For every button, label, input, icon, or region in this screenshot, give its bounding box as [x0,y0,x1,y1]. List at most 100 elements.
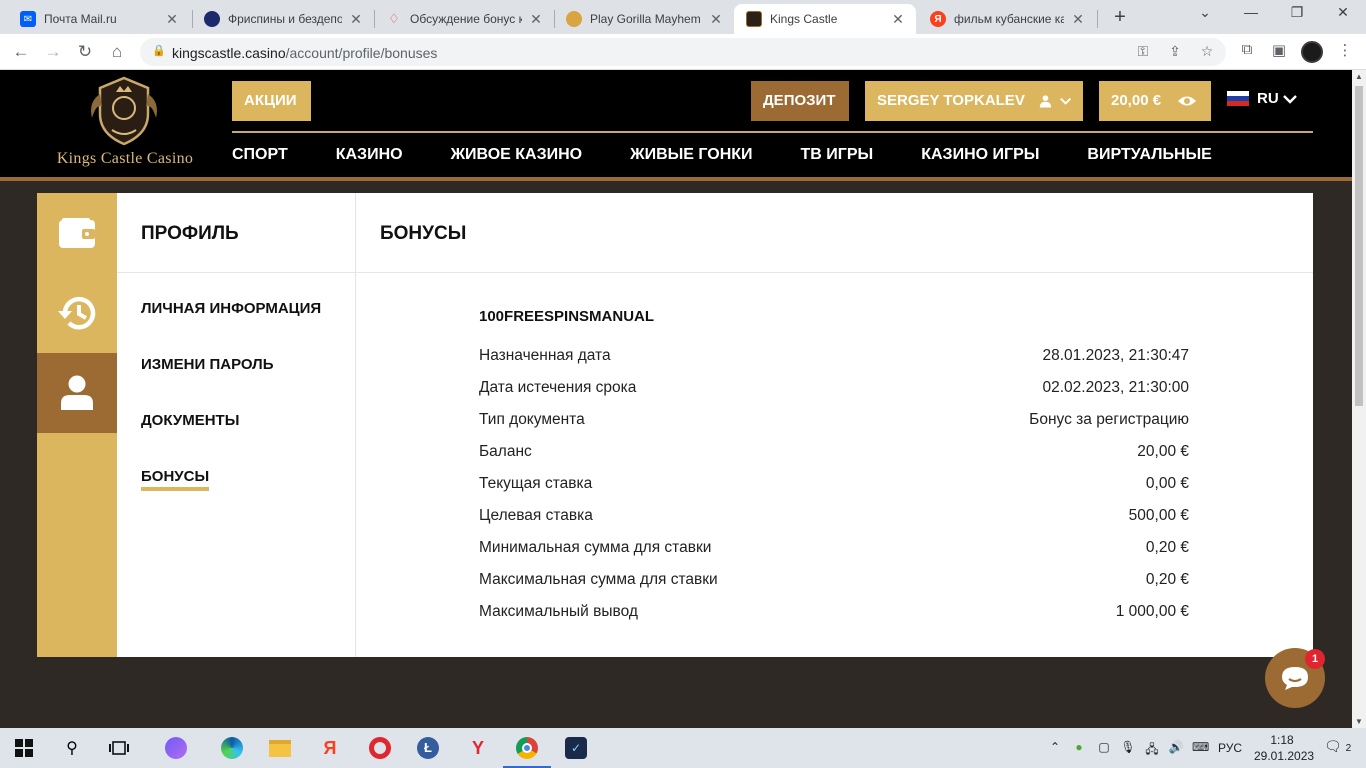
freespins-favicon-icon [204,11,220,27]
bonus-detail-row: Целевая ставка 500,00 € [479,500,1189,532]
keyboard-language[interactable]: РУС [1218,741,1242,755]
account-content: ПРОФИЛЬ ЛИЧНАЯ ИНФОРМАЦИЯ ИЗМЕНИ ПАРОЛЬ … [37,193,1313,657]
nav-item-live-racing[interactable]: ЖИВЫЕ ГОНКИ [630,146,752,164]
bonus-detail-label: Максимальная сумма для ставки [479,571,718,588]
input-mode-icon[interactable]: ⌨ [1192,740,1209,754]
network-icon[interactable]: 🖧 [1144,740,1160,761]
home-icon[interactable]: ⌂ [105,40,129,64]
bonus-detail-label: Текущая ставка [479,475,593,492]
user-account-button[interactable]: SERGEY TOPKALEV [865,81,1083,121]
browser-tab-kings-castle[interactable]: Kings Castle ✕ [734,4,916,34]
tray-app-icon[interactable]: ● [1071,740,1087,754]
windows-start-icon[interactable] [12,736,36,760]
back-arrow-icon[interactable]: ← [9,40,33,64]
bonuses-panel: БОНУСЫ 100FREESPINSMANUAL Назначенная да… [356,193,1313,657]
eye-icon[interactable] [1177,94,1197,108]
edge-browser-icon[interactable] [220,736,244,760]
balance-button[interactable]: 20,00 € [1099,81,1211,121]
bonus-detail-label: Баланс [479,443,532,460]
bookmark-star-icon[interactable]: ☆ [1198,43,1216,60]
yandex-browser-icon[interactable]: Y [466,736,490,760]
notification-center-button[interactable]: 🗨 2 [1324,738,1351,755]
nav-item-virtual[interactable]: ВИРТУАЛЬНЫЕ [1087,146,1211,164]
vpn-shield-icon[interactable]: ✓ [564,736,588,760]
menu-item-bonuses[interactable]: БОНУСЫ [141,468,210,491]
notification-icon: 🗨 [1324,738,1342,754]
nav-item-tv-games[interactable]: ТВ ИГРЫ [801,146,874,164]
nav-item-casino[interactable]: КАЗИНО [336,146,403,164]
close-tab-icon[interactable]: ✕ [1070,11,1086,28]
nav-item-casino-games[interactable]: КАЗИНО ИГРЫ [921,146,1039,164]
menu-item-documents[interactable]: ДОКУМЕНТЫ [141,412,239,429]
nav-item-sport[interactable]: СПОРТ [232,146,288,164]
microphone-icon[interactable]: 🎙 [1120,740,1136,754]
share-icon[interactable]: ⇪ [1166,43,1184,60]
profile-tab[interactable] [37,353,117,433]
bonus-detail-value: 02.02.2023, 21:30:00 [1042,379,1189,396]
scroll-up-arrow-icon[interactable]: ▲ [1355,72,1363,81]
tray-overflow-chevron-icon[interactable]: ⌃ [1047,740,1063,754]
site-logo[interactable]: Kings Castle Casino [40,72,210,172]
bonuses-title: БОНУСЫ [380,223,467,244]
tray-device-icon[interactable]: ▢ [1096,740,1112,754]
nav-item-live-casino[interactable]: ЖИВОЕ КАЗИНО [451,146,583,164]
scrollbar-thumb[interactable] [1355,86,1363,406]
scroll-down-arrow-icon[interactable]: ▼ [1355,717,1363,726]
close-tab-icon[interactable]: ✕ [528,11,544,28]
kings-castle-favicon-icon [746,11,762,27]
address-bar[interactable]: 🔒 kingscastle.casino/account/profile/bon… [140,38,1226,66]
profile-side-menu: ПРОФИЛЬ ЛИЧНАЯ ИНФОРМАЦИЯ ИЗМЕНИ ПАРОЛЬ … [117,193,356,657]
close-tab-icon[interactable]: ✕ [708,11,724,28]
browser-tab-mail[interactable]: ✉ Почта Mail.ru ✕ [8,4,190,34]
browser-tab-gorilla[interactable]: Play Gorilla Mayhem - ✕ [554,4,734,34]
page-scrollbar[interactable]: ▲ ▼ [1352,70,1366,728]
volume-icon[interactable]: 🔊 [1168,740,1184,754]
menu-item-change-password[interactable]: ИЗМЕНИ ПАРОЛЬ [141,356,273,373]
alice-assistant-icon[interactable] [164,736,188,760]
menu-item-personal-info[interactable]: ЛИЧНАЯ ИНФОРМАЦИЯ [141,300,321,317]
user-name: SERGEY TOPKALEV [877,92,1025,109]
bonus-detail-row: Назначенная дата 28.01.2023, 21:30:47 [479,340,1189,372]
bonus-detail-value: Бонус за регистрацию [1029,411,1189,428]
history-tab[interactable] [37,273,117,353]
deposit-button[interactable]: ДЕПОЗИТ [751,81,849,121]
bonus-detail-label: Минимальная сумма для ставки [479,539,712,556]
restore-window-icon[interactable]: ❐ [1282,4,1312,21]
wallet-tab[interactable] [37,193,117,273]
bonus-detail-row: Текущая ставка 0,00 € [479,468,1189,500]
browser-profile-avatar[interactable] [1301,41,1323,63]
language-selector[interactable]: RU [1227,90,1297,107]
litecoin-icon[interactable]: Ł [416,736,440,760]
castle-crest-logo-icon [91,76,157,146]
chrome-icon[interactable] [515,736,539,760]
url-text[interactable]: kingscastle.casino/account/profile/bonus… [172,45,437,61]
key-icon[interactable]: ⚿ [1134,43,1152,60]
close-tab-icon[interactable]: ✕ [348,11,364,28]
new-tab-button[interactable]: + [1108,6,1132,29]
bonus-code: 100FREESPINSMANUAL [479,308,655,325]
russia-flag-icon [1227,91,1249,106]
yandex-icon[interactable]: Я [318,736,342,760]
browser-tab-yandex[interactable]: Я фильм кубанские каз ✕ [918,4,1096,34]
minimize-window-icon[interactable]: — [1236,4,1266,20]
forward-arrow-icon[interactable]: → [41,40,65,64]
side-panel-icon[interactable]: ▣ [1268,41,1290,59]
close-window-icon[interactable]: ✕ [1328,4,1358,21]
browser-tab-discussion[interactable]: ♢ Обсуждение бонус к ✕ [374,4,554,34]
close-tab-icon[interactable]: ✕ [890,11,906,28]
bonus-detail-value: 28.01.2023, 21:30:47 [1042,347,1189,364]
browser-tab-freespins[interactable]: Фриспины и бездепо ✕ [192,4,374,34]
browser-menu-icon[interactable]: ⋮ [1334,41,1356,59]
task-view-icon[interactable] [107,736,131,760]
bonus-detail-row: Минимальная сумма для ставки 0,20 € [479,532,1189,564]
close-tab-icon[interactable]: ✕ [164,11,180,28]
extensions-puzzle-icon[interactable]: ⧉ [1236,41,1258,58]
system-clock[interactable]: 1:18 29.01.2023 [1254,732,1314,764]
tab-search-chevron-icon[interactable]: ⌄ [1190,4,1220,21]
promotions-button[interactable]: АКЦИИ [232,81,311,121]
search-icon[interactable]: ⚲ [60,736,84,760]
balance-amount: 20,00 € [1111,92,1162,109]
file-explorer-icon[interactable] [268,736,292,760]
reload-icon[interactable]: ↻ [73,40,97,64]
opera-icon[interactable] [368,736,392,760]
